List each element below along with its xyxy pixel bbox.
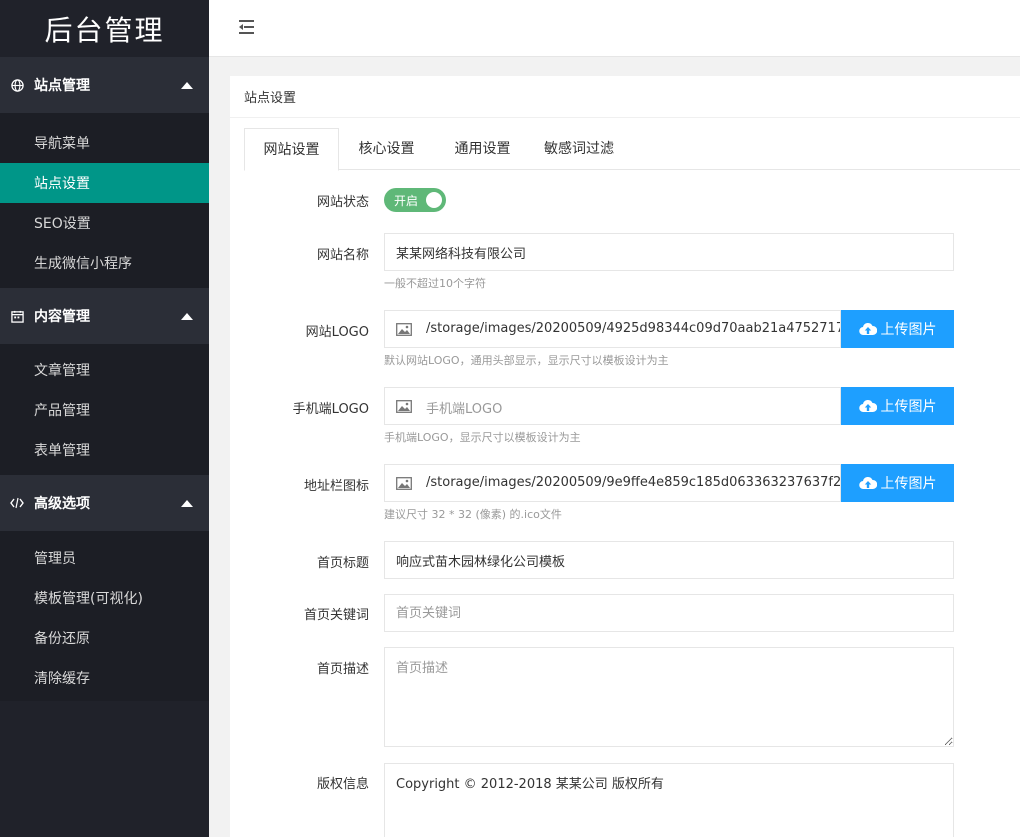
- upload-favicon-button[interactable]: 上传图片: [841, 464, 954, 502]
- caret-up-icon: [181, 313, 193, 320]
- site-status-switch[interactable]: 开启: [384, 188, 446, 212]
- mobile-logo-placeholder: 手机端LOGO: [426, 402, 503, 417]
- nav-group-label: 内容管理: [34, 309, 90, 325]
- favicon-path: /storage/images/20200509/9e9ffe4e859c185…: [426, 475, 841, 490]
- tab-bar: 网站设置 核心设置 通用设置 敏感词过滤: [244, 128, 1020, 171]
- globe-icon: [10, 78, 24, 92]
- caret-up-icon: [181, 82, 193, 89]
- nav-group-site: 站点管理 导航菜单 站点设置 SEO设置 生成微信小程序: [0, 57, 209, 288]
- mobile-logo-label: 手机端LOGO: [292, 402, 369, 417]
- image-icon: [396, 323, 412, 336]
- calendar-icon: [10, 309, 24, 323]
- sidebar: 后台管理 站点管理 导航菜单 站点设置 SEO设置 生成微信小程序 内容管理 文…: [0, 0, 209, 837]
- home-keywords-input[interactable]: [384, 594, 954, 632]
- switch-knob: [426, 192, 442, 208]
- card-title: 站点设置: [230, 76, 1020, 118]
- site-name-label: 网站名称: [316, 248, 369, 263]
- upload-mobile-logo-button[interactable]: 上传图片: [841, 387, 954, 425]
- nav-group-content: 内容管理 文章管理 产品管理 表单管理: [0, 288, 209, 475]
- sidebar-item-forms[interactable]: 表单管理: [0, 430, 209, 470]
- caret-up-icon: [181, 500, 193, 507]
- tab-core-settings[interactable]: 核心设置: [344, 128, 429, 170]
- switch-text: 开启: [394, 194, 419, 208]
- nav-group-header-site[interactable]: 站点管理: [0, 57, 209, 113]
- site-logo-hint: 默认网站LOGO，通用头部显示，显示尺寸以模板设计为主: [384, 354, 669, 367]
- code-icon: [10, 496, 24, 510]
- tab-sensitive-words[interactable]: 敏感词过滤: [534, 128, 624, 170]
- favicon-label: 地址栏图标: [303, 479, 369, 494]
- sidebar-item-articles[interactable]: 文章管理: [0, 350, 209, 390]
- copyright-label: 版权信息: [316, 777, 369, 792]
- site-name-hint: 一般不超过10个字符: [384, 277, 486, 290]
- sidebar-item-templates[interactable]: 模板管理(可视化): [0, 578, 209, 618]
- tab-website-settings[interactable]: 网站设置: [244, 128, 339, 171]
- copyright-textarea[interactable]: Copyright © 2012-2018 某某公司 版权所有: [384, 763, 954, 837]
- home-desc-label: 首页描述: [316, 662, 369, 677]
- mobile-logo-path-field[interactable]: 手机端LOGO: [384, 387, 841, 425]
- sidebar-item-admins[interactable]: 管理员: [0, 538, 209, 578]
- site-logo-path: /storage/images/20200509/4925d98344c09d7…: [426, 321, 841, 336]
- top-header: [209, 0, 1020, 57]
- sidebar-item-products[interactable]: 产品管理: [0, 390, 209, 430]
- upload-label: 上传图片: [880, 322, 937, 338]
- menu-toggle-icon[interactable]: [239, 20, 255, 34]
- status-label: 网站状态: [316, 195, 369, 210]
- sidebar-item-clear-cache[interactable]: 清除缓存: [0, 658, 209, 698]
- site-logo-label: 网站LOGO: [305, 325, 369, 340]
- home-keywords-label: 首页关键词: [303, 608, 369, 623]
- site-name-input[interactable]: [384, 233, 954, 271]
- app-logo: 后台管理: [0, 0, 209, 57]
- nav-group-header-content[interactable]: 内容管理: [0, 288, 209, 344]
- sidebar-item-wechat-miniapp[interactable]: 生成微信小程序: [0, 243, 209, 283]
- cloud-upload-icon: [858, 322, 877, 336]
- mobile-logo-hint: 手机端LOGO，显示尺寸以模板设计为主: [384, 431, 581, 444]
- home-title-label: 首页标题: [316, 556, 369, 571]
- nav-group-label: 站点管理: [34, 78, 90, 94]
- nav-group-label: 高级选项: [34, 496, 90, 512]
- favicon-path-field[interactable]: /storage/images/20200509/9e9ffe4e859c185…: [384, 464, 841, 502]
- sidebar-item-backup[interactable]: 备份还原: [0, 618, 209, 658]
- sidebar-item-site-settings[interactable]: 站点设置: [0, 163, 209, 203]
- sidebar-item-nav-menu[interactable]: 导航菜单: [0, 123, 209, 163]
- tab-general-settings[interactable]: 通用设置: [440, 128, 525, 170]
- upload-label: 上传图片: [880, 476, 937, 492]
- cloud-upload-icon: [858, 399, 877, 413]
- upload-site-logo-button[interactable]: 上传图片: [841, 310, 954, 348]
- home-title-input[interactable]: [384, 541, 954, 579]
- nav-group-header-advanced[interactable]: 高级选项: [0, 475, 209, 531]
- sidebar-item-seo[interactable]: SEO设置: [0, 203, 209, 243]
- cloud-upload-icon: [858, 476, 877, 490]
- site-logo-path-field[interactable]: /storage/images/20200509/4925d98344c09d7…: [384, 310, 841, 348]
- image-icon: [396, 477, 412, 490]
- nav-group-advanced: 高级选项 管理员 模板管理(可视化) 备份还原 清除缓存: [0, 475, 209, 701]
- favicon-hint: 建议尺寸 32 * 32 (像素) 的.ico文件: [384, 508, 562, 521]
- upload-label: 上传图片: [880, 399, 937, 415]
- image-icon: [396, 400, 412, 413]
- home-desc-textarea[interactable]: [384, 647, 954, 747]
- settings-card: 站点设置 网站设置 核心设置 通用设置 敏感词过滤 网站状态 开启 网站名称 一…: [230, 76, 1020, 837]
